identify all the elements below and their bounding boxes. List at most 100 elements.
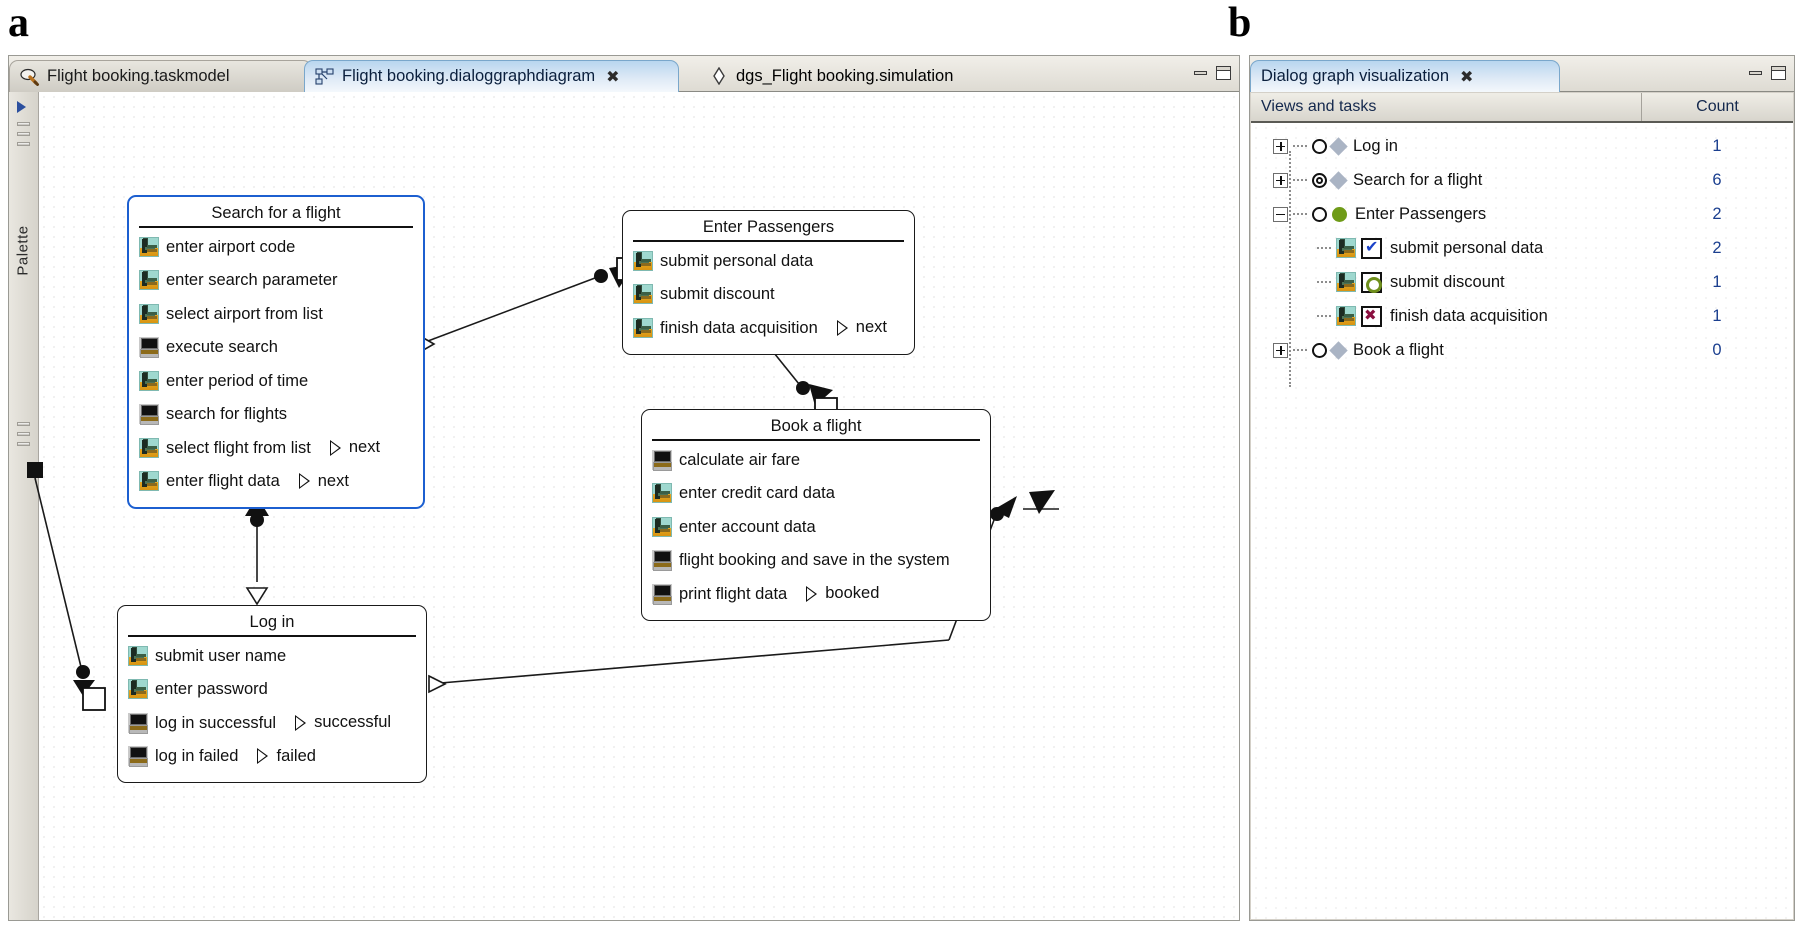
node-task-row[interactable]: submit user name: [128, 639, 416, 673]
tree-row-label: Enter Passengers: [1355, 204, 1487, 223]
node-task-row[interactable]: calculate air fare: [652, 443, 980, 477]
task-label: enter period of time: [166, 371, 309, 390]
node-task-row[interactable]: flight booking and save in the system: [652, 544, 980, 578]
tab-dialog-graph-visualization[interactable]: Dialog graph visualization ✖: [1250, 60, 1560, 92]
user-task-icon: [139, 236, 159, 257]
simulation-icon: [709, 66, 729, 86]
task-label: flight booking and save in the system: [679, 551, 950, 569]
checkbox-check-icon[interactable]: [1361, 237, 1382, 259]
node-title: Enter Passengers: [633, 218, 904, 242]
maximize-icon[interactable]: [1771, 66, 1786, 80]
task-trigger: failed: [257, 746, 316, 766]
node-task-row[interactable]: enter password: [128, 673, 416, 707]
checkbox-cross-icon[interactable]: [1361, 305, 1382, 327]
tree-row-enter-passengers[interactable]: Enter Passengers 2: [1251, 197, 1793, 231]
expand-icon[interactable]: [1273, 138, 1288, 154]
diagram-node-book-a-flight[interactable]: Book a flight calculate air fare enter c…: [641, 409, 991, 621]
visualization-tabstrip: Dialog graph visualization ✖: [1250, 56, 1794, 92]
column-header-count[interactable]: Count: [1641, 93, 1793, 121]
tree-row-count: 1: [1712, 306, 1722, 325]
visualization-tree-panel: Views and tasks Count Log in 1 Search fo…: [1251, 93, 1793, 919]
tree-row-label: submit discount: [1390, 272, 1505, 291]
diagram-node-search-for-a-flight[interactable]: Search for a flight enter airport code e…: [127, 195, 425, 509]
task-trigger: next: [329, 438, 380, 457]
system-task-icon: [652, 550, 672, 572]
figure-label-a: a: [8, 0, 29, 46]
node-task-row[interactable]: enter period of time: [139, 364, 413, 398]
minimize-icon[interactable]: [1749, 71, 1762, 75]
task-trigger: booked: [806, 584, 879, 603]
tree-row-count: 1: [1712, 272, 1722, 291]
visualization-tab-label: Dialog graph visualization: [1261, 67, 1450, 85]
view-double-circle-icon: [1312, 172, 1327, 188]
trigger-arrow-icon: [295, 714, 307, 731]
tree-row-book-a-flight[interactable]: Book a flight 0: [1251, 333, 1793, 367]
taskmodel-icon: [20, 68, 40, 86]
tab-flight-booking-taskmodel[interactable]: Flight booking.taskmodel: [9, 60, 312, 92]
user-task-icon: [139, 303, 159, 324]
trigger-label: next: [317, 471, 349, 490]
view-circle-icon: [1312, 206, 1327, 222]
column-header-views-and-tasks[interactable]: Views and tasks: [1251, 93, 1641, 121]
user-task-icon: [128, 679, 148, 700]
node-task-row[interactable]: select flight from list next: [139, 431, 413, 465]
trigger-label: failed: [276, 746, 316, 765]
expand-icon[interactable]: [1273, 342, 1288, 358]
user-task-icon: [633, 250, 653, 271]
expand-icon[interactable]: [1273, 172, 1288, 188]
tab-label: dgs_Flight booking.simulation: [736, 66, 954, 85]
node-task-row[interactable]: enter airport code: [139, 230, 413, 264]
tree-row-count: 2: [1712, 204, 1722, 223]
minimize-icon[interactable]: [1194, 71, 1207, 75]
close-icon[interactable]: ✖: [1460, 68, 1473, 85]
diagram-editor-window: Flight booking.taskmodel Flight booking.…: [8, 55, 1240, 921]
tree-row-label: Log in: [1353, 136, 1398, 155]
node-task-row[interactable]: enter flight data next: [139, 465, 413, 499]
tab-flight-booking-dialoggraphdiagram[interactable]: Flight booking.dialoggraphdiagram ✖: [304, 60, 679, 92]
collapse-icon[interactable]: [1273, 206, 1288, 222]
node-task-row[interactable]: log in successful successful: [128, 706, 416, 740]
node-task-row[interactable]: enter credit card data: [652, 477, 980, 511]
system-task-icon: [652, 583, 672, 605]
node-task-row[interactable]: enter account data: [652, 510, 980, 544]
node-task-row[interactable]: submit discount: [633, 278, 904, 312]
system-task-icon: [128, 712, 148, 734]
tab-dgs-flight-booking-simulation[interactable]: dgs_Flight booking.simulation: [699, 60, 1019, 92]
task-label: calculate air fare: [679, 450, 801, 469]
task-trigger: next: [298, 471, 349, 491]
dialog-graph-visualization-window: Dialog graph visualization ✖ Views and t…: [1249, 55, 1795, 921]
diamond-grey-icon: [1329, 136, 1348, 156]
maximize-icon[interactable]: [1216, 66, 1231, 80]
trigger-label: next: [855, 318, 887, 337]
node-task-row[interactable]: enter search parameter: [139, 264, 413, 298]
tree-row-submit-personal-data[interactable]: submit personal data 2: [1251, 231, 1793, 265]
tree-row-label: Book a flight: [1353, 340, 1444, 359]
node-task-row[interactable]: print flight data booked: [652, 577, 980, 611]
node-task-row[interactable]: submit personal data: [633, 244, 904, 278]
tree-body[interactable]: Log in 1 Search for a flight 6 Enter Pas…: [1251, 123, 1793, 919]
task-label: enter credit card data: [679, 484, 835, 502]
node-task-row[interactable]: execute search: [139, 331, 413, 365]
close-icon[interactable]: ✖: [606, 68, 619, 85]
tree-row-finish-data-acquisition[interactable]: finish data acquisition 1: [1251, 299, 1793, 333]
diagram-canvas[interactable]: Palette Search for a flight enter airpor…: [9, 92, 1239, 920]
node-task-row[interactable]: search for flights: [139, 398, 413, 432]
tree-row-label: Search for a flight: [1353, 170, 1483, 189]
task-label: select airport from list: [166, 304, 323, 323]
diagram-node-enter-passengers[interactable]: Enter Passengers submit personal data su…: [622, 210, 915, 355]
system-task-icon: [139, 337, 159, 359]
task-label: enter airport code: [166, 237, 296, 256]
node-task-row[interactable]: finish data acquisition next: [633, 311, 904, 345]
task-label: submit user name: [155, 646, 287, 665]
trigger-arrow-icon: [257, 748, 269, 765]
node-task-row[interactable]: select airport from list: [139, 297, 413, 331]
tree-row-submit-discount[interactable]: submit discount 1: [1251, 265, 1793, 299]
checkbox-ring-icon[interactable]: [1361, 271, 1382, 293]
diagram-node-log-in[interactable]: Log in submit user name enter password l…: [117, 605, 427, 783]
tree-row-search-for-a-flight[interactable]: Search for a flight 6: [1251, 163, 1793, 197]
task-label: enter password: [155, 680, 268, 698]
task-label: enter account data: [679, 517, 816, 536]
tree-row-log-in[interactable]: Log in 1: [1251, 129, 1793, 163]
node-task-row[interactable]: log in failed failed: [128, 740, 416, 774]
task-label: select flight from list: [166, 438, 311, 457]
